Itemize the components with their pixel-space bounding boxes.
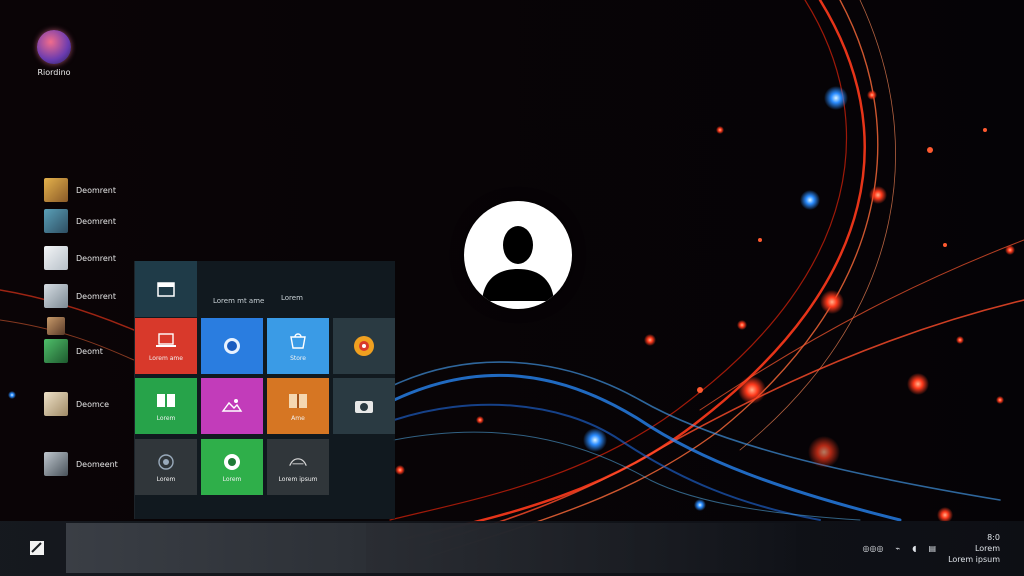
- system-tray: ◎◎◎ ⌁ ◖ ▤ 8:0 Lorem Lorem ipsum: [863, 532, 1000, 565]
- app-list-item-label: Deomrent: [76, 253, 117, 263]
- store-icon: [287, 331, 309, 351]
- tile-label: Lorem: [222, 475, 242, 483]
- clock-date-line2: Lorem ipsum: [948, 554, 1000, 564]
- messaging-icon: [221, 452, 243, 472]
- start-menu-tiles-panel: Lorem mt ame Lorem Lorem ame Store Lorem…: [134, 261, 395, 519]
- desktop-shortcut-label: Riordino: [37, 68, 71, 77]
- tile-label: Lorem: [156, 414, 176, 422]
- tile-label: Ame: [291, 414, 305, 422]
- app-list-item-label: Deomeent: [76, 459, 118, 469]
- tile-xbox[interactable]: Lorem ipsum: [267, 439, 329, 495]
- browser-icon: [221, 336, 243, 356]
- taskbar: ◎◎◎ ⌁ ◖ ▤ 8:0 Lorem Lorem ipsum: [0, 521, 1024, 576]
- user-avatar[interactable]: [464, 201, 572, 309]
- tile-label: Store: [290, 354, 306, 362]
- clock-date-line1: Lorem: [974, 543, 1000, 553]
- tile-store[interactable]: Store: [267, 318, 329, 374]
- app-list-item-label: Deomrent: [76, 291, 117, 301]
- media-icon: [353, 336, 375, 356]
- volume-icon[interactable]: ◖: [912, 544, 916, 553]
- xbox-icon: [287, 452, 309, 472]
- tile-media[interactable]: [333, 318, 395, 374]
- tray-icons[interactable]: ◎◎◎: [863, 544, 884, 553]
- settings-app-icon: [44, 452, 68, 476]
- tile-camera[interactable]: [333, 378, 395, 434]
- tile-photos[interactable]: [201, 378, 263, 434]
- app-list-item[interactable]: Deomrent: [44, 245, 116, 271]
- document-app-icon: [44, 284, 68, 308]
- photos-icon: [221, 396, 243, 416]
- tile-label: Lorem ipsum: [278, 475, 318, 483]
- start-icon: [30, 541, 44, 555]
- tile-messaging[interactable]: Lorem: [201, 439, 263, 495]
- app-list-item-label: Deomrent: [76, 185, 117, 195]
- tile-group-header: Lorem mt ame: [213, 297, 265, 305]
- taskbar-search-box[interactable]: [66, 523, 366, 573]
- taskbar-running-apps: [366, 523, 796, 573]
- photo-app-icon: [44, 178, 68, 202]
- laptop-icon: [155, 331, 177, 351]
- app-list-item-label: Deomt: [76, 346, 103, 356]
- document-app-icon: [44, 246, 68, 270]
- tile-label: Lorem: [156, 475, 176, 483]
- app-list-item[interactable]: [44, 313, 73, 339]
- action-center-icon[interactable]: ▤: [929, 544, 937, 553]
- tile-group-header: Lorem: [281, 294, 303, 302]
- chart-app-icon: [44, 339, 68, 363]
- network-icon[interactable]: ⌁: [895, 544, 900, 553]
- note-app-icon: [44, 392, 68, 416]
- tile-book[interactable]: Lorem: [135, 378, 197, 434]
- tile-folder[interactable]: Ame: [267, 378, 329, 434]
- media-app-icon: [47, 317, 65, 335]
- app-list-item[interactable]: Deomce: [44, 391, 109, 417]
- app-list-item-label: Deomrent: [76, 216, 117, 226]
- clock-time: 8:0: [987, 532, 1000, 542]
- system-clock[interactable]: 8:0 Lorem Lorem ipsum: [948, 532, 1000, 565]
- app-globe-icon: [37, 30, 71, 64]
- image-app-icon: [44, 209, 68, 233]
- app-list-item[interactable]: Deomrent: [44, 177, 116, 203]
- app-list-item[interactable]: Deomeent: [44, 451, 118, 477]
- desktop-shortcut[interactable]: Riordino: [30, 30, 78, 77]
- calendar-icon: [155, 279, 177, 299]
- user-silhouette-icon: [482, 226, 554, 301]
- tile-mail[interactable]: Lorem: [135, 439, 197, 495]
- app-list-item[interactable]: Deomrent: [44, 283, 116, 309]
- tile-laptop[interactable]: Lorem ame: [135, 318, 197, 374]
- app-list-item[interactable]: Deomt: [44, 338, 103, 364]
- start-button[interactable]: [22, 533, 52, 563]
- tile-label: Lorem ame: [149, 354, 183, 362]
- app-list-item-label: Deomce: [76, 399, 110, 409]
- tile-calendar[interactable]: [135, 261, 197, 317]
- folder-icon: [287, 391, 309, 411]
- book-icon: [155, 391, 177, 411]
- camera-icon: [353, 396, 375, 416]
- mail-icon: [155, 452, 177, 472]
- app-list-item[interactable]: Deomrent: [44, 208, 116, 234]
- tile-browser[interactable]: [201, 318, 263, 374]
